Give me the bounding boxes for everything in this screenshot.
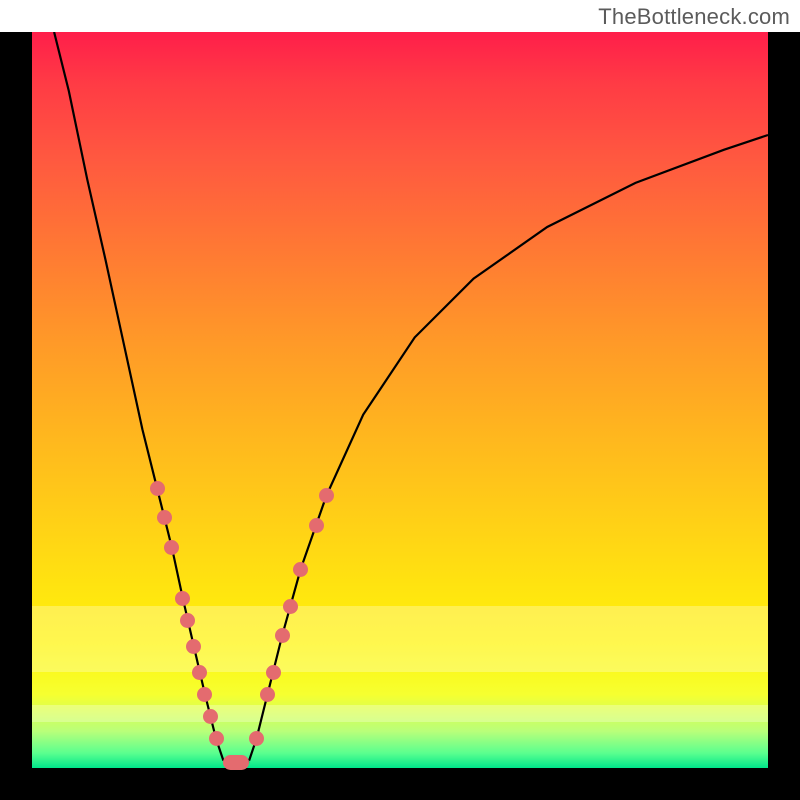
marker-left-9 xyxy=(209,731,224,746)
watermark-text: TheBottleneck.com xyxy=(598,4,790,30)
marker-right-6 xyxy=(309,518,324,533)
marker-right-2 xyxy=(266,665,281,680)
marker-right-1 xyxy=(260,687,275,702)
outer-frame: TheBottleneck.com xyxy=(0,0,800,800)
marker-right-4 xyxy=(283,599,298,614)
header-strip: TheBottleneck.com xyxy=(0,0,800,32)
marker-right-3 xyxy=(275,628,290,643)
bottleneck-curve xyxy=(32,32,768,768)
marker-left-0 xyxy=(150,481,165,496)
plot-area xyxy=(32,32,768,768)
valley-marker xyxy=(223,755,249,770)
marker-right-7 xyxy=(319,488,334,503)
marker-left-8 xyxy=(203,709,218,724)
marker-left-2 xyxy=(164,540,179,555)
marker-right-5 xyxy=(293,562,308,577)
marker-right-0 xyxy=(249,731,264,746)
